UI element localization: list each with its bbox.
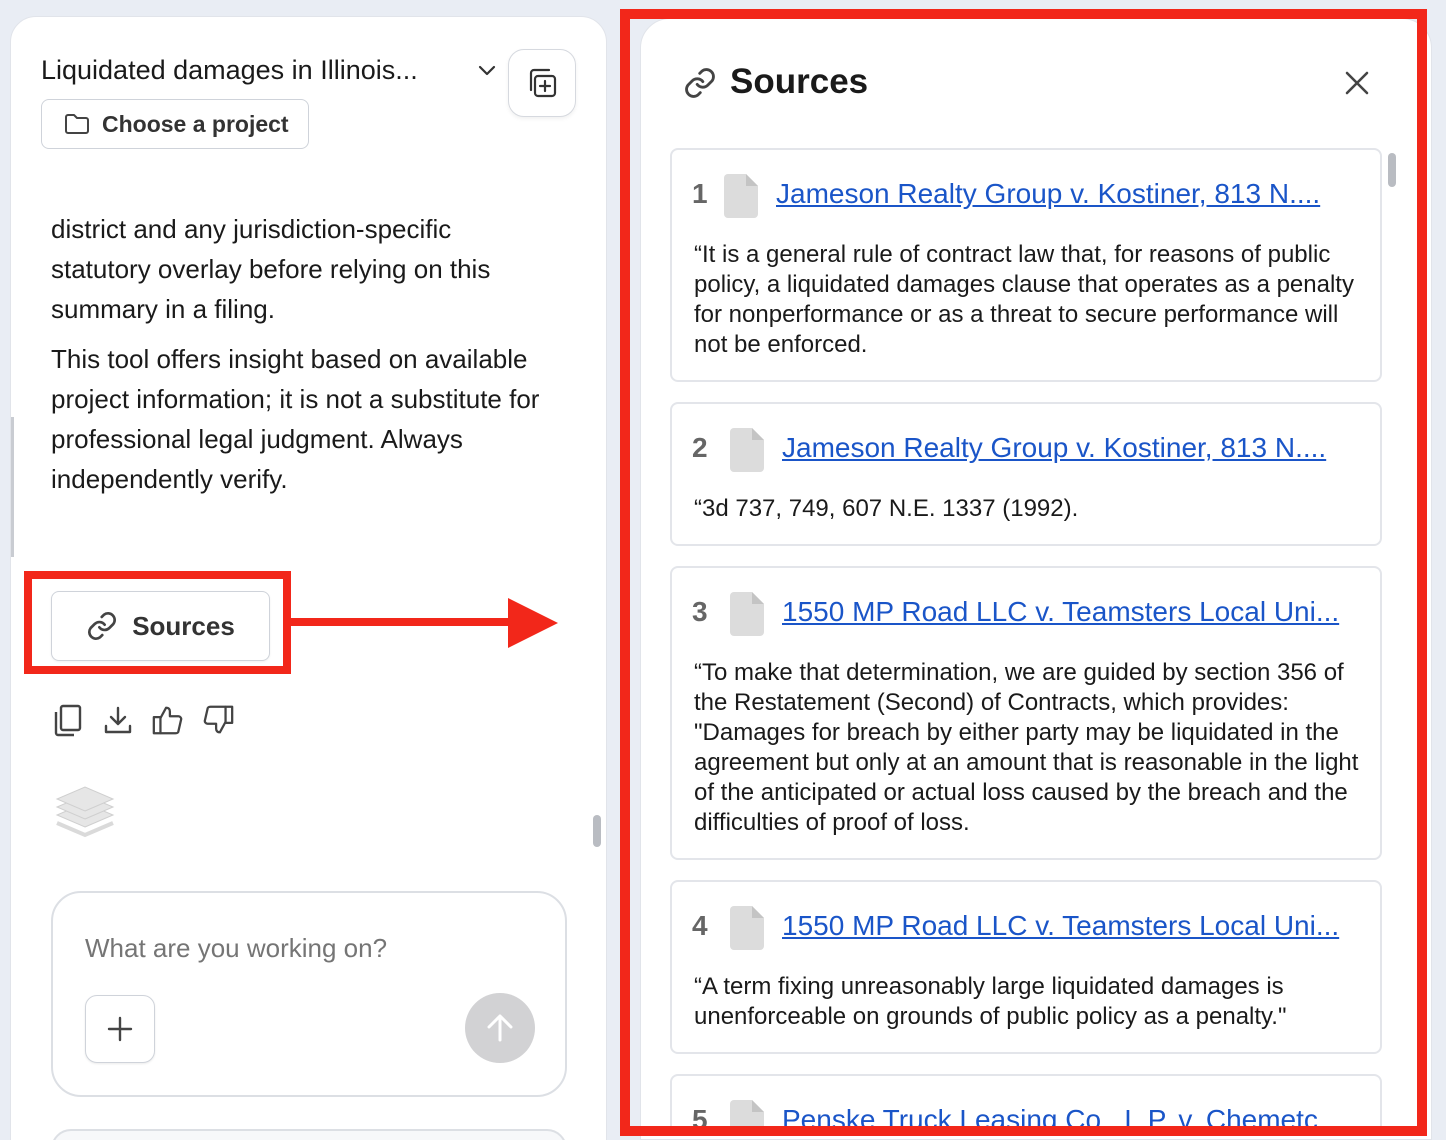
source-number: 5 [692,1104,708,1126]
source-quote: “It is a general rule of contract law th… [694,241,1354,358]
link-icon [685,68,715,98]
thumbs-up-icon [152,706,183,735]
thumbs-down-button[interactable] [201,703,235,737]
thumbs-up-button[interactable] [151,703,185,737]
source-link[interactable]: Jameson Realty Group v. Kostiner, 813 N.… [776,178,1356,210]
source-link[interactable]: Jameson Realty Group v. Kostiner, 813 N.… [782,432,1362,464]
layers-icon [55,786,115,838]
source-card: 3 1550 MP Road LLC v. Teamsters Local Un… [670,566,1382,860]
source-link[interactable]: 1550 MP Road LLC v. Teamsters Local Uni.… [782,596,1362,628]
copy-button[interactable] [51,703,85,737]
secondary-card [51,1129,567,1140]
thumbs-down-icon [203,705,234,734]
source-number: 4 [692,910,708,941]
download-button[interactable] [101,703,135,737]
source-card: 5 Penske Truck Leasing Co., L.P. v. Chem… [670,1074,1382,1126]
source-number: 2 [692,432,708,463]
source-quote: “To make that determination, we are guid… [694,659,1359,836]
source-number: 3 [692,596,708,627]
document-icon [730,906,764,950]
folder-icon [65,114,89,134]
source-link[interactable]: Penske Truck Leasing Co., L.P. v. Chemet… [782,1104,1362,1126]
message-paragraph: district and any jurisdiction-specific s… [51,217,491,324]
source-number: 1 [692,178,708,209]
copy-plus-icon [529,68,557,98]
message-paragraph: This tool offers insight based on availa… [51,344,540,494]
close-icon [1345,71,1369,95]
document-icon [730,1100,764,1126]
send-button[interactable] [465,993,535,1063]
sources-scrollbar[interactable] [1388,153,1396,187]
document-icon [724,174,758,218]
arrow-right-icon [290,598,558,648]
message-actions [51,703,235,737]
close-button[interactable] [1340,66,1374,100]
chat-scrollbar[interactable] [593,815,601,847]
add-attachment-button[interactable] [85,995,155,1063]
conversation-title[interactable]: Liquidated damages in Illinois... [41,55,418,86]
sources-list: 1 Jameson Realty Group v. Kostiner, 813 … [670,148,1382,1126]
arrow-up-icon [487,1014,513,1042]
composer-input[interactable] [85,933,525,964]
screen: Liquidated damages in Illinois... Choose… [0,0,1446,1140]
sources-panel-title: Sources [730,62,869,101]
document-icon [730,592,764,636]
new-chat-button[interactable] [508,49,576,117]
source-card: 4 1550 MP Road LLC v. Teamsters Local Un… [670,880,1382,1054]
source-quote: “A term fixing unreasonably large liquid… [694,973,1287,1030]
source-quote: “3d 737, 749, 607 N.E. 1337 (1992). [694,495,1079,522]
choose-project-label: Choose a project [102,110,289,137]
copy-icon [54,704,82,737]
annotation-highlight-box [24,571,291,674]
plus-icon [107,1016,133,1042]
source-card: 1 Jameson Realty Group v. Kostiner, 813 … [670,148,1382,382]
source-link[interactable]: 1550 MP Road LLC v. Teamsters Local Uni.… [782,910,1362,942]
source-card: 2 Jameson Realty Group v. Kostiner, 813 … [670,402,1382,546]
document-icon [730,428,764,472]
choose-project-button[interactable]: Choose a project [41,99,309,149]
download-icon [104,706,132,734]
chevron-down-icon[interactable] [475,59,499,83]
assistant-message: district and any jurisdiction-specific s… [11,217,601,557]
composer [51,891,567,1097]
